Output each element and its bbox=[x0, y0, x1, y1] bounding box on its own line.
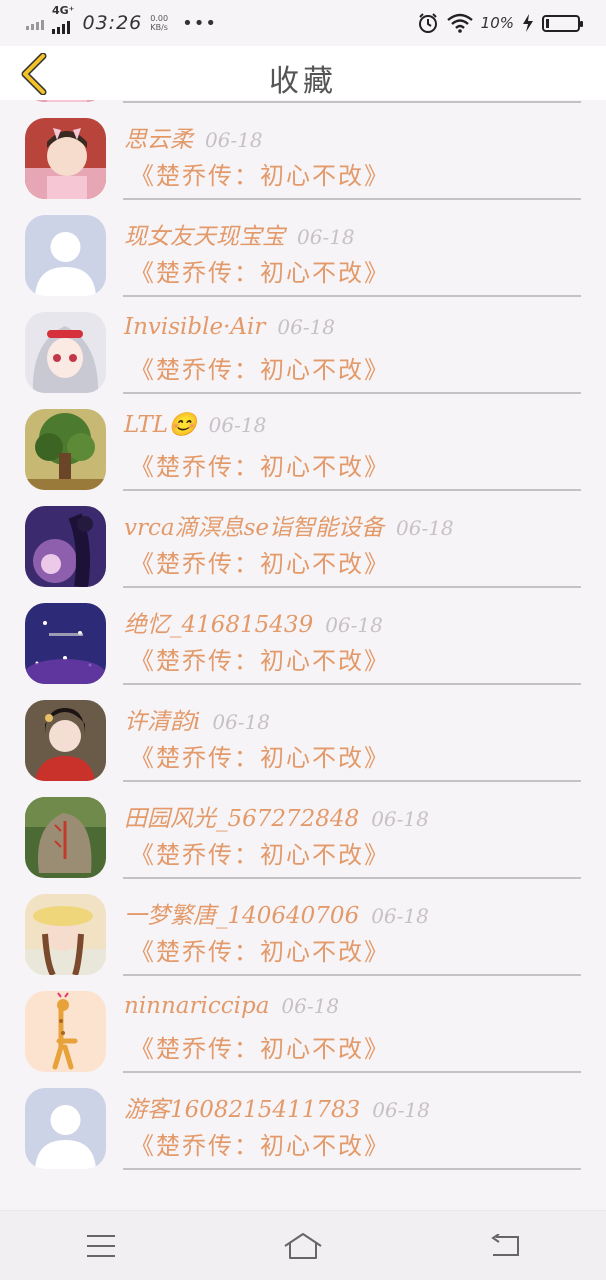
favorite-date: 06-18 bbox=[212, 710, 271, 734]
favorite-item[interactable]: 一梦繁唐_140640706 06-18 《楚乔传：初心不改》 bbox=[0, 894, 606, 991]
avatar[interactable] bbox=[25, 1088, 106, 1169]
favorite-item[interactable]: LTL😊 06-18 《楚乔传：初心不改》 bbox=[0, 409, 606, 506]
user-name[interactable]: ninnariccipa bbox=[124, 993, 269, 1019]
divider bbox=[123, 586, 581, 588]
wifi-icon bbox=[446, 13, 473, 33]
back-nav-button[interactable] bbox=[475, 1224, 535, 1268]
work-title[interactable]: 《楚乔传：初心不改》 bbox=[130, 447, 390, 482]
favorite-date: 06-18 bbox=[281, 994, 340, 1018]
favorite-item[interactable]: 许清韵i 06-18 《楚乔传：初心不改》 bbox=[0, 700, 606, 797]
work-title[interactable]: 《楚乔传：初心不改》 bbox=[130, 156, 390, 191]
work-title[interactable]: 《楚乔传：初心不改》 bbox=[130, 1029, 390, 1064]
user-name[interactable]: 游客1608215411783 bbox=[124, 1097, 360, 1123]
divider bbox=[123, 489, 581, 491]
favorite-date: 06-18 bbox=[325, 613, 383, 637]
divider bbox=[123, 1071, 581, 1073]
favorite-date: 06-18 bbox=[396, 516, 454, 540]
divider bbox=[123, 974, 581, 976]
home-icon bbox=[284, 1232, 322, 1259]
avatar[interactable] bbox=[25, 797, 106, 878]
divider bbox=[123, 101, 581, 103]
favorite-date: 06-18 bbox=[371, 904, 429, 928]
user-name[interactable]: Invisible·Air bbox=[124, 314, 265, 340]
clock: 03:26 bbox=[82, 12, 143, 34]
network-type: 4G⁺ bbox=[52, 4, 75, 17]
work-title[interactable]: 《楚乔传：初心不改》 bbox=[130, 350, 390, 385]
favorite-date: 06-18 bbox=[297, 225, 355, 249]
sim1-signal-icon bbox=[26, 16, 44, 30]
avatar[interactable] bbox=[25, 700, 106, 781]
work-title[interactable]: 《楚乔传：初心不改》 bbox=[130, 641, 390, 676]
favorite-date: 06-18 bbox=[205, 128, 263, 152]
favorite-item[interactable]: 思云柔 06-18 《楚乔传：初心不改》 bbox=[0, 118, 606, 215]
header: 收藏 bbox=[0, 46, 606, 100]
user-name[interactable]: 现女友天现宝宝 bbox=[124, 224, 285, 250]
menu-button[interactable] bbox=[71, 1224, 131, 1268]
favorites-screen: 4G⁺ 03:26 0.00 KB/s ••• 10% 收藏 思云柔 06-18… bbox=[0, 0, 606, 1280]
divider bbox=[123, 198, 581, 200]
battery-icon bbox=[542, 14, 583, 32]
favorite-item[interactable]: 田园风光_567272848 06-18 《楚乔传：初心不改》 bbox=[0, 797, 606, 894]
avatar[interactable] bbox=[25, 118, 106, 199]
battery-percent: 10% bbox=[480, 14, 514, 32]
favorite-date: 06-18 bbox=[277, 315, 336, 339]
work-title[interactable]: 《楚乔传：初心不改》 bbox=[130, 544, 390, 579]
sim2-signal-icon bbox=[52, 20, 70, 34]
user-name[interactable]: vrca滴溟息se诣智能设备 bbox=[124, 515, 384, 541]
user-name[interactable]: 思云柔 bbox=[124, 127, 193, 153]
divider bbox=[123, 780, 581, 782]
avatar[interactable] bbox=[25, 894, 106, 975]
work-title[interactable]: 《楚乔传：初心不改》 bbox=[130, 738, 390, 773]
favorite-item[interactable]: 现女友天现宝宝 06-18 《楚乔传：初心不改》 bbox=[0, 215, 606, 312]
favorite-item[interactable]: vrca滴溟息se诣智能设备 06-18 《楚乔传：初心不改》 bbox=[0, 506, 606, 603]
user-name[interactable]: 绝忆_416815439 bbox=[124, 612, 313, 638]
divider bbox=[123, 683, 581, 685]
page-title: 收藏 bbox=[269, 64, 337, 99]
work-title[interactable]: 《楚乔传：初心不改》 bbox=[130, 835, 390, 870]
avatar[interactable] bbox=[25, 603, 106, 684]
charging-icon bbox=[523, 14, 533, 32]
favorites-list[interactable]: 《楚乔传：初心不改》思云柔06-18《楚乔传：初心不改》现女友天现宝宝06-18… bbox=[0, 54, 606, 1210]
work-title[interactable]: 《楚乔传：初心不改》 bbox=[130, 1126, 390, 1161]
favorite-item[interactable]: 绝忆_416815439 06-18 《楚乔传：初心不改》 bbox=[0, 603, 606, 700]
home-button[interactable] bbox=[273, 1224, 333, 1268]
favorite-date: 06-18 bbox=[208, 413, 267, 437]
divider bbox=[123, 392, 581, 394]
favorite-item[interactable]: ninnariccipa 06-18 《楚乔传：初心不改》 bbox=[0, 991, 606, 1088]
favorite-item[interactable]: Invisible·Air 06-18 《楚乔传：初心不改》 bbox=[0, 312, 606, 409]
avatar[interactable] bbox=[25, 409, 106, 490]
divider bbox=[123, 295, 581, 297]
more-notifications-icon: ••• bbox=[182, 12, 217, 34]
favorite-date: 06-18 bbox=[371, 807, 429, 831]
user-name[interactable]: 田园风光_567272848 bbox=[124, 806, 359, 832]
avatar[interactable] bbox=[25, 506, 106, 587]
favorite-item[interactable]: 游客1608215411783 06-18 《楚乔传：初心不改》 bbox=[0, 1088, 606, 1185]
menu-icon bbox=[87, 1234, 115, 1257]
user-name[interactable]: LTL😊 bbox=[124, 412, 197, 438]
user-name[interactable]: 一梦繁唐_140640706 bbox=[124, 903, 359, 929]
work-title[interactable]: 《楚乔传：初心不改》 bbox=[130, 932, 390, 967]
navigation-bar bbox=[0, 1210, 606, 1280]
return-icon bbox=[491, 1233, 519, 1256]
network-speed: 0.00 KB/s bbox=[150, 14, 169, 32]
divider bbox=[123, 1168, 581, 1170]
work-title[interactable]: 《楚乔传：初心不改》 bbox=[130, 253, 390, 288]
avatar[interactable] bbox=[25, 215, 106, 296]
divider bbox=[123, 877, 581, 879]
status-bar: 4G⁺ 03:26 0.00 KB/s ••• 10% bbox=[0, 0, 606, 46]
avatar[interactable] bbox=[25, 312, 106, 393]
user-name[interactable]: 许清韵i bbox=[124, 709, 200, 735]
avatar[interactable] bbox=[25, 991, 106, 1072]
favorite-date: 06-18 bbox=[372, 1098, 430, 1122]
alarm-icon bbox=[418, 13, 437, 33]
